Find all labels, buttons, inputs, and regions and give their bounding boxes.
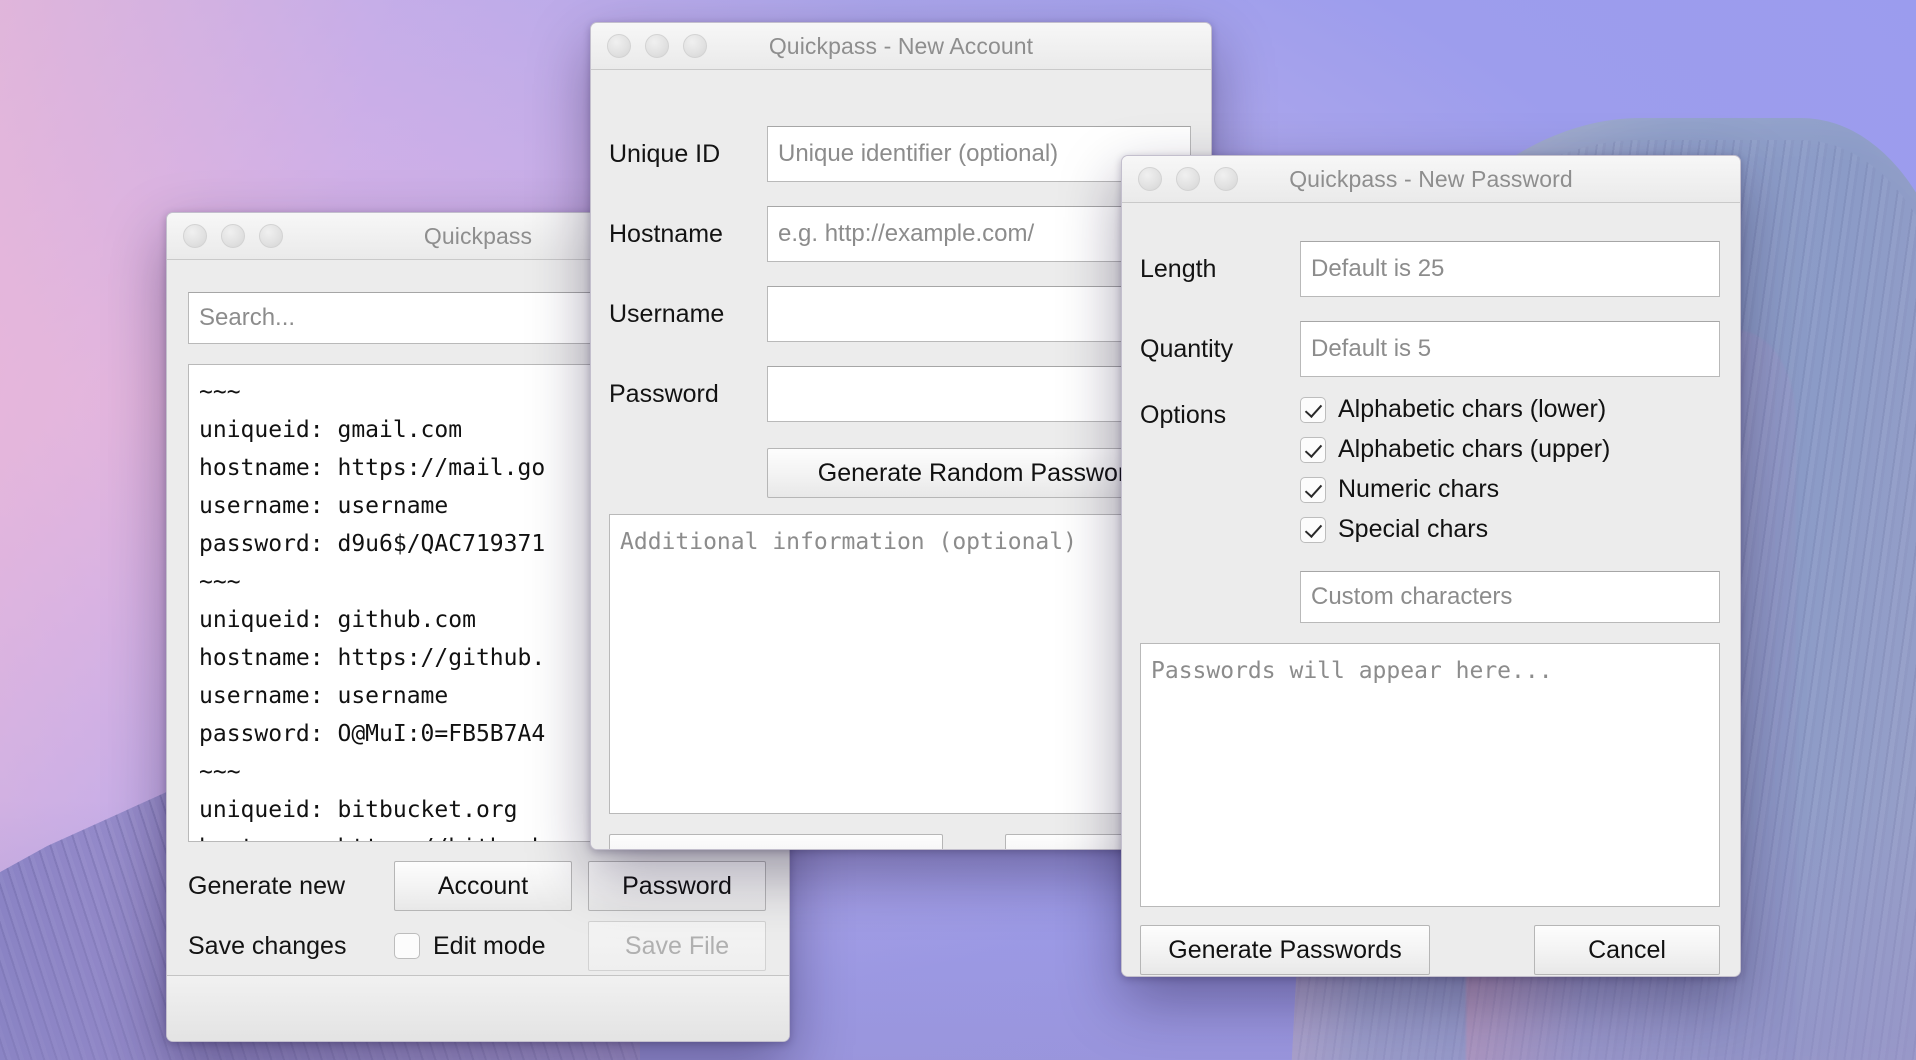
quantity-label: Quantity xyxy=(1140,334,1234,363)
close-button[interactable] xyxy=(607,34,631,58)
hostname-label: Hostname xyxy=(609,219,723,248)
generate-password-button[interactable]: Password xyxy=(588,861,766,911)
username-row: Username xyxy=(609,286,1191,342)
checkbox-alphabetic-upper[interactable] xyxy=(1300,436,1326,463)
options-label: Options xyxy=(1140,401,1227,429)
main-traffic-lights xyxy=(183,224,283,248)
generate-account-button[interactable]: Account xyxy=(394,861,572,911)
minimize-button[interactable] xyxy=(1176,167,1200,191)
main-bottom-controls: Generate new Account Password Save chang… xyxy=(167,856,789,976)
quantity-row: Quantity Default is 5 xyxy=(1140,321,1720,377)
close-button[interactable] xyxy=(183,224,207,248)
new-password-titlebar[interactable]: Quickpass - New Password xyxy=(1122,156,1740,203)
options-checkbox-group: Alphabetic chars (lower) Alphabetic char… xyxy=(1300,395,1610,544)
new-account-window[interactable]: Quickpass - New Account Unique ID Unique… xyxy=(590,22,1212,850)
zoom-button[interactable] xyxy=(1214,167,1238,191)
hostname-row: Hostname e.g. http://example.com/ xyxy=(609,206,1191,262)
generate-new-row: Generate new Account Password xyxy=(167,856,789,916)
custom-characters-input[interactable]: Custom characters xyxy=(1300,571,1720,623)
create-new-account-button[interactable]: Create New Account xyxy=(609,834,943,849)
new-account-traffic-lights xyxy=(607,34,707,58)
new-password-body: Length Default is 25 Quantity Default is… xyxy=(1122,203,1740,976)
save-changes-label: Save changes xyxy=(188,931,347,960)
option-label-alphabetic-upper: Alphabetic chars (upper) xyxy=(1338,435,1611,463)
main-window-footer xyxy=(167,975,789,1041)
new-account-titlebar[interactable]: Quickpass - New Account xyxy=(591,23,1211,70)
option-special[interactable]: Special chars xyxy=(1300,515,1610,544)
checkbox-special[interactable] xyxy=(1300,516,1326,543)
username-label: Username xyxy=(609,299,725,328)
save-file-button[interactable]: Save File xyxy=(588,921,766,971)
edit-mode-checkbox[interactable] xyxy=(394,933,420,959)
option-alphabetic-lower[interactable]: Alphabetic chars (lower) xyxy=(1300,395,1610,424)
new-password-traffic-lights xyxy=(1138,167,1238,191)
generate-passwords-button[interactable]: Generate Passwords xyxy=(1140,925,1430,975)
length-label: Length xyxy=(1140,254,1217,283)
quantity-input[interactable]: Default is 5 xyxy=(1300,321,1720,377)
edit-mode-label: Edit mode xyxy=(433,931,546,960)
generate-new-label: Generate new xyxy=(188,871,346,900)
checkbox-alphabetic-lower[interactable] xyxy=(1300,396,1326,423)
new-account-body: Unique ID Unique identifier (optional) H… xyxy=(591,70,1211,849)
new-password-action-buttons: Generate Passwords Cancel xyxy=(1140,925,1720,975)
option-alphabetic-upper[interactable]: Alphabetic chars (upper) xyxy=(1300,435,1610,464)
new-password-window[interactable]: Quickpass - New Password Length Default … xyxy=(1121,155,1741,977)
close-button[interactable] xyxy=(1138,167,1162,191)
unique-id-label: Unique ID xyxy=(609,139,721,168)
save-changes-row: Save changes Edit mode Save File xyxy=(167,916,789,976)
option-label-special: Special chars xyxy=(1338,515,1489,543)
zoom-button[interactable] xyxy=(683,34,707,58)
option-numeric[interactable]: Numeric chars xyxy=(1300,475,1610,504)
minimize-button[interactable] xyxy=(645,34,669,58)
cancel-button[interactable]: Cancel xyxy=(1534,925,1720,975)
zoom-button[interactable] xyxy=(259,224,283,248)
password-row: Password xyxy=(609,366,1191,422)
length-input[interactable]: Default is 25 xyxy=(1300,241,1720,297)
checkbox-numeric[interactable] xyxy=(1300,476,1326,503)
passwords-output-textarea[interactable]: Passwords will appear here... xyxy=(1140,643,1720,907)
length-row: Length Default is 25 xyxy=(1140,241,1720,297)
unique-id-row: Unique ID Unique identifier (optional) xyxy=(609,126,1191,182)
edit-mode-checkbox-group[interactable]: Edit mode xyxy=(394,932,572,961)
password-label: Password xyxy=(609,379,719,408)
option-label-alphabetic-lower: Alphabetic chars (lower) xyxy=(1338,395,1607,423)
minimize-button[interactable] xyxy=(221,224,245,248)
option-label-numeric: Numeric chars xyxy=(1338,475,1500,503)
additional-information-textarea[interactable]: Additional information (optional) xyxy=(609,514,1191,814)
desktop: Quickpass Search... ~~~ uniqueid: gmail.… xyxy=(0,0,1916,1060)
new-account-action-buttons: Create New Account Cancel xyxy=(609,834,1191,849)
